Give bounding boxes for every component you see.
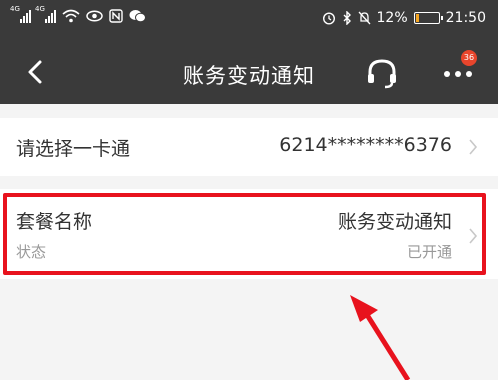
plan-name-value: 账务变动通知: [337, 211, 452, 233]
battery-percent: 12%: [376, 10, 408, 26]
clock: 21:50: [445, 10, 486, 26]
card-select-row[interactable]: 请选择一卡通 6214********6376: [0, 118, 498, 176]
chevron-right-icon: [469, 228, 478, 244]
nav-bar: 账务变动通知: [0, 42, 498, 104]
signal-label: 4G: [10, 5, 20, 13]
customer-service-icon[interactable]: [365, 56, 399, 90]
bluetooth-icon: [343, 11, 351, 25]
signal-label: 4G: [35, 5, 45, 13]
eye-icon: [86, 10, 103, 22]
status-bar: 4G 4G 12% 21:50: [0, 0, 498, 42]
notification-badge: 36: [461, 50, 477, 66]
more-icon[interactable]: [440, 64, 476, 84]
signal-icon: 4G: [35, 5, 56, 23]
signal-icon: 4G: [10, 5, 31, 23]
mute-icon: [358, 11, 370, 25]
annotation-arrow-icon: [350, 295, 411, 380]
battery-icon: [413, 12, 443, 24]
alarm-icon: [322, 12, 335, 25]
back-icon[interactable]: [22, 58, 50, 86]
nfc-icon: [109, 9, 123, 23]
page-title: 账务变动通知: [183, 64, 315, 88]
plan-name-label: 套餐名称: [16, 211, 93, 233]
plan-row[interactable]: 套餐名称 状态 账务变动通知 已开通: [0, 189, 498, 279]
wifi-icon: [62, 9, 80, 23]
card-number: 6214********6376: [279, 134, 452, 156]
card-select-label: 请选择一卡通: [16, 138, 131, 160]
status-label: 状态: [16, 243, 47, 261]
chevron-right-icon: [469, 139, 478, 155]
wechat-icon: [129, 10, 146, 23]
status-value: 已开通: [406, 243, 452, 261]
